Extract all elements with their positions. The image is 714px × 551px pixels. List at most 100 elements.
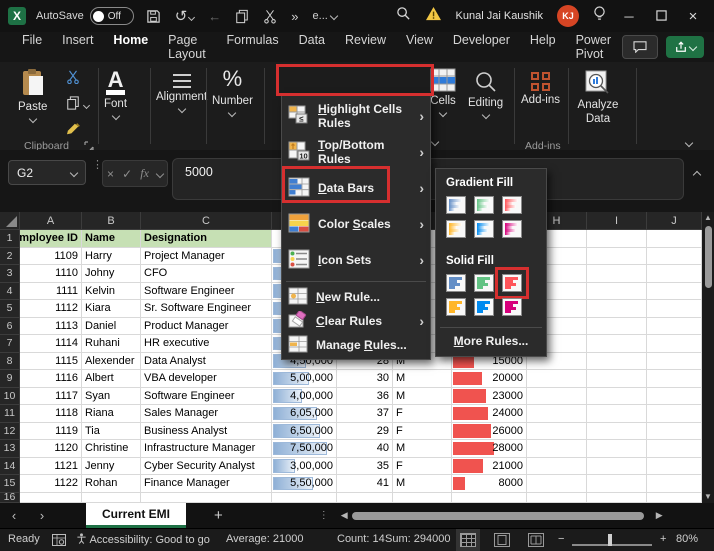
- user-name[interactable]: Kunal Jai Kaushik: [456, 10, 543, 22]
- cell[interactable]: [587, 457, 647, 475]
- more-rules-item[interactable]: More Rules...: [436, 328, 546, 352]
- row-header[interactable]: 4: [0, 282, 20, 300]
- cell[interactable]: [647, 387, 702, 405]
- normal-view-icon[interactable]: [456, 529, 480, 551]
- menu-item-color-scales[interactable]: Color Scales ›: [282, 206, 430, 242]
- gradient-fill-swatch-3[interactable]: [446, 220, 466, 238]
- menu-item-clear-rules[interactable]: Clear Rules ›: [282, 309, 430, 333]
- cell[interactable]: HR executive: [141, 335, 272, 353]
- cell[interactable]: Christine: [82, 440, 141, 458]
- cell[interactable]: Sr. Software Engineer: [141, 300, 272, 318]
- cell[interactable]: 41: [337, 475, 393, 493]
- search-icon[interactable]: [396, 6, 411, 26]
- cell[interactable]: Alexender: [82, 352, 141, 370]
- fx-chevron-icon[interactable]: [155, 169, 165, 178]
- cell[interactable]: [647, 282, 702, 300]
- cell[interactable]: [587, 265, 647, 283]
- editing-group-button[interactable]: Editing: [468, 70, 503, 120]
- cell[interactable]: Infrastructure Manager: [141, 440, 272, 458]
- row-header[interactable]: 2: [0, 247, 20, 265]
- cell[interactable]: Project Manager: [141, 247, 272, 265]
- cancel-icon[interactable]: ×: [107, 167, 114, 181]
- column-header-c[interactable]: C: [141, 212, 272, 230]
- cell[interactable]: [587, 475, 647, 493]
- cell[interactable]: Name: [82, 230, 141, 248]
- cell[interactable]: [527, 387, 587, 405]
- cell[interactable]: 29: [337, 422, 393, 440]
- solid-fill-swatch-2[interactable]: [495, 267, 529, 299]
- column-header-a[interactable]: A: [20, 212, 82, 230]
- cell[interactable]: [82, 492, 141, 503]
- cell[interactable]: [647, 317, 702, 335]
- cell[interactable]: [587, 317, 647, 335]
- cell[interactable]: [587, 282, 647, 300]
- cell[interactable]: [587, 387, 647, 405]
- cell[interactable]: Data Analyst: [141, 352, 272, 370]
- select-all-corner[interactable]: [0, 212, 20, 230]
- cell[interactable]: Ruhani: [82, 335, 141, 353]
- cell[interactable]: Kiara: [82, 300, 141, 318]
- alignment-group-button[interactable]: Alignment: [156, 74, 207, 114]
- tabbar-splitter[interactable]: ⋮: [319, 511, 329, 521]
- cell[interactable]: 1111: [20, 282, 82, 300]
- cell[interactable]: 6,05,000: [272, 405, 337, 423]
- cell[interactable]: [527, 457, 587, 475]
- menu-item-manage-rules[interactable]: Manage Rules...: [282, 333, 430, 357]
- lightbulb-icon[interactable]: [593, 5, 606, 27]
- cell[interactable]: [587, 405, 647, 423]
- cell[interactable]: [587, 492, 647, 503]
- solid-fill-swatch-0[interactable]: [446, 274, 466, 292]
- row-header[interactable]: 8: [0, 352, 20, 370]
- cell[interactable]: [647, 335, 702, 353]
- column-header-b[interactable]: B: [82, 212, 141, 230]
- cell[interactable]: Product Manager: [141, 317, 272, 335]
- cell[interactable]: [647, 440, 702, 458]
- cell[interactable]: Daniel: [82, 317, 141, 335]
- cell[interactable]: 1120: [20, 440, 82, 458]
- cell[interactable]: [647, 370, 702, 388]
- solid-fill-swatch-5[interactable]: [502, 298, 522, 316]
- cell[interactable]: [587, 440, 647, 458]
- cell[interactable]: Johny: [82, 265, 141, 283]
- zoom-in-button[interactable]: +: [660, 533, 666, 545]
- scroll-up-icon[interactable]: ▲: [704, 212, 712, 224]
- next-sheet-icon[interactable]: ›: [28, 508, 56, 523]
- cell[interactable]: M: [393, 475, 452, 493]
- cell[interactable]: CFO: [141, 265, 272, 283]
- cell[interactable]: [647, 247, 702, 265]
- number-group-button[interactable]: % Number: [212, 66, 253, 118]
- scroll-left-icon[interactable]: ◀: [341, 510, 348, 521]
- enter-icon[interactable]: ✓: [122, 167, 132, 181]
- scroll-right-icon[interactable]: ▶: [656, 510, 663, 521]
- row-header[interactable]: 3: [0, 265, 20, 283]
- cell[interactable]: Software Engineer: [141, 282, 272, 300]
- cell[interactable]: 1116: [20, 370, 82, 388]
- cell[interactable]: [527, 475, 587, 493]
- count-status[interactable]: Count: 14: [337, 533, 385, 545]
- cell[interactable]: Designation: [141, 230, 272, 248]
- font-group-button[interactable]: A Font: [104, 69, 127, 121]
- zoom-out-button[interactable]: −: [558, 533, 564, 545]
- solid-fill-swatch-4[interactable]: [474, 298, 494, 316]
- vertical-scrollbar[interactable]: ▲ ▼: [702, 212, 714, 503]
- macro-record-icon[interactable]: [52, 534, 66, 549]
- cell[interactable]: 1113: [20, 317, 82, 335]
- cell[interactable]: 1122: [20, 475, 82, 493]
- addins-button[interactable]: Add-ins: [521, 72, 560, 106]
- cell[interactable]: [587, 352, 647, 370]
- cell[interactable]: [587, 335, 647, 353]
- cell[interactable]: M: [393, 387, 452, 405]
- cell[interactable]: 23000: [452, 387, 527, 405]
- cell[interactable]: [527, 440, 587, 458]
- cell[interactable]: 37: [337, 405, 393, 423]
- row-header[interactable]: 15: [0, 475, 20, 493]
- row-header[interactable]: 1: [0, 230, 20, 248]
- cell[interactable]: M: [393, 370, 452, 388]
- cell[interactable]: 1118: [20, 405, 82, 423]
- cell[interactable]: 20000: [452, 370, 527, 388]
- cell[interactable]: Harry: [82, 247, 141, 265]
- cell[interactable]: 30: [337, 370, 393, 388]
- zoom-level[interactable]: 80%: [676, 533, 698, 545]
- cell[interactable]: [452, 492, 527, 503]
- average-status[interactable]: Average: 21000: [226, 533, 303, 545]
